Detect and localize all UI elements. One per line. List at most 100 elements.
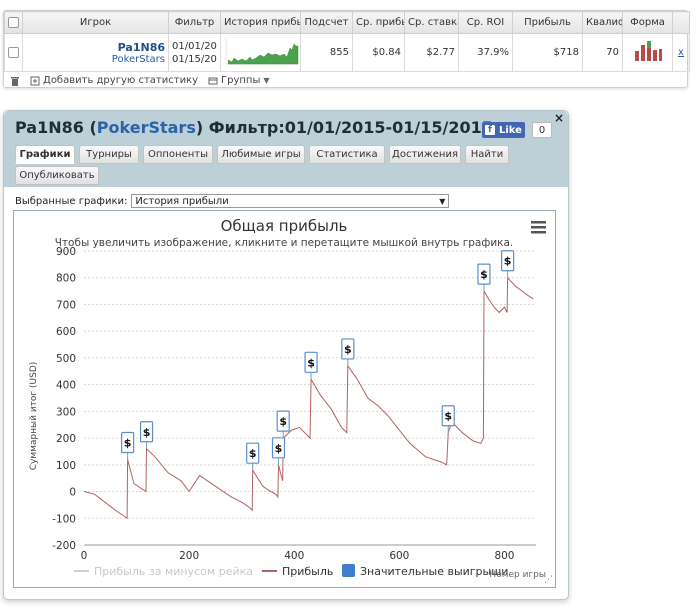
dollar-icon: $ <box>249 447 257 460</box>
column-header-remove <box>672 11 690 34</box>
big-win-marker[interactable]: $ <box>501 250 515 278</box>
delete-button[interactable] <box>10 76 20 86</box>
column-header-avg-roi[interactable]: Ср. ROI <box>458 11 513 34</box>
big-win-markers: $ $ $ $ $ $ $ $ $ $ <box>121 250 515 471</box>
y-tick-label: 800 <box>56 273 76 285</box>
y-axis-label: Суммарный итог (USD) <box>29 362 39 471</box>
avg-stake-cell: $2.77 <box>404 33 459 72</box>
y-tick-label: 300 <box>56 406 76 418</box>
dollar-icon: $ <box>344 343 352 356</box>
big-win-marker[interactable]: $ <box>341 338 355 366</box>
row-checkbox[interactable] <box>8 46 19 58</box>
chart-select-value: История прибыли <box>135 195 229 207</box>
player-cell: Pa1N86 PokerStars <box>22 33 169 72</box>
tab-achievements[interactable]: Достижения <box>389 145 461 164</box>
y-tick-label: 600 <box>56 326 76 338</box>
legend-item-profit[interactable]: Прибыль <box>262 565 333 578</box>
tab-publish[interactable]: Опубликовать <box>15 166 99 185</box>
y-tick-label: 200 <box>56 433 76 445</box>
facebook-like-button[interactable]: f Like <box>482 122 525 138</box>
chart-container[interactable]: -200 -100 0 100 200 300 400 500 600 700 800 900 0 20… <box>13 210 556 588</box>
dollar-icon: $ <box>307 356 315 369</box>
player-name-link[interactable]: Pa1N86 <box>26 41 165 54</box>
x-axis-label: Номер игры <box>489 570 546 580</box>
tab-charts[interactable]: Графики <box>15 145 75 164</box>
row-checkbox-cell[interactable] <box>4 33 23 72</box>
dollar-icon: $ <box>480 268 488 281</box>
column-header-count[interactable]: Подсчет <box>300 11 353 34</box>
table-header-row: Игрок Фильтр История прибыль Подсчет Ср.… <box>4 11 690 34</box>
dollar-icon: $ <box>444 410 452 423</box>
column-header-form[interactable]: Форма <box>622 11 673 34</box>
player-site-link[interactable]: PokerStars <box>26 54 165 65</box>
panel-header: Pa1N86 (PokerStars) Фильтр:01/01/2015-01… <box>4 111 568 187</box>
form-bars <box>634 41 662 61</box>
tab-find[interactable]: Найти <box>465 145 509 164</box>
big-win-marker[interactable]: $ <box>304 351 318 380</box>
dollar-icon: $ <box>143 426 151 439</box>
big-win-marker[interactable]: $ <box>121 431 135 460</box>
chart-select-row: Выбранные графики: История прибыли ▼ <box>15 194 450 208</box>
groups-icon <box>208 77 218 84</box>
x-tick-label: 400 <box>284 550 304 562</box>
panel-title-site-link[interactable]: PokerStars <box>97 118 196 137</box>
column-header-profit-history[interactable]: История прибыль <box>220 11 301 34</box>
resize-grip-icon[interactable]: ⋰ <box>544 575 553 585</box>
column-header-profit[interactable]: Прибыль <box>512 11 583 34</box>
chart-legend: Прибыль за минусом рейка Прибыль Значите… <box>74 564 508 578</box>
tab-tournaments[interactable]: Турниры <box>79 145 139 164</box>
close-icon[interactable]: × <box>554 111 564 125</box>
big-win-marker[interactable]: $ <box>441 405 455 433</box>
profit-sparkline[interactable] <box>224 36 300 66</box>
column-header-avg-profit[interactable]: Ср. прибыль <box>352 11 405 34</box>
x-tick-label: 0 <box>81 550 88 562</box>
avg-profit-cell: $0.84 <box>352 33 405 72</box>
groups-label: Группы <box>221 75 261 86</box>
column-header-qualif[interactable]: Квалиф <box>582 11 623 34</box>
chart-grid <box>84 250 536 546</box>
player-panel: Pa1N86 (PokerStars) Фильтр:01/01/2015-01… <box>3 110 569 600</box>
big-win-marker[interactable]: $ <box>139 421 154 449</box>
table-row: Pa1N86 PokerStars 01/01/20 01/15/20 855 … <box>4 33 690 72</box>
facebook-like-count: 0 <box>532 122 552 138</box>
count-cell: 855 <box>300 33 353 72</box>
legend-label-rake: Прибыль за минусом рейка <box>94 565 253 578</box>
profit-history-cell[interactable] <box>220 33 301 72</box>
y-tick-label: -200 <box>52 540 76 552</box>
dropdown-arrow-icon: ▼ <box>439 196 446 206</box>
groups-dropdown[interactable]: Группы ▼ <box>208 75 270 86</box>
chevron-down-icon: ▼ <box>263 76 270 85</box>
trash-icon <box>11 76 19 86</box>
y-tick-label: 100 <box>56 460 76 472</box>
select-all-header[interactable] <box>4 11 23 34</box>
chart-select[interactable]: История прибыли ▼ <box>131 194 450 208</box>
chart-title: Общая прибыль <box>221 217 348 235</box>
panel-title-filter: Фильтр:01/01/2015-01/15/2015 <box>208 118 493 137</box>
facebook-like-label: Like <box>499 124 522 136</box>
y-tick-label: -100 <box>52 513 76 525</box>
qualif-cell: 70 <box>582 33 623 72</box>
dollar-icon: $ <box>504 255 512 268</box>
y-tick-labels: -200-1000100200300400500600700800900 <box>52 246 76 552</box>
column-header-player[interactable]: Игрок <box>22 11 169 34</box>
remove-row-link[interactable]: x <box>678 47 684 58</box>
big-win-marker[interactable]: $ <box>246 442 260 471</box>
column-header-filter[interactable]: Фильтр <box>168 11 221 34</box>
x-tick-label: 600 <box>389 550 409 562</box>
dollar-icon: $ <box>124 436 132 449</box>
facebook-icon: f <box>485 125 495 135</box>
big-win-marker[interactable]: $ <box>477 263 491 292</box>
avg-roi-cell: 37.9% <box>458 33 513 72</box>
x-tick-label: 800 <box>494 550 514 562</box>
profit-cell: $718 <box>512 33 583 72</box>
column-header-avg-stake[interactable]: Ср. ставка <box>404 11 459 34</box>
legend-item-rake[interactable]: Прибыль за минусом рейка <box>74 565 253 578</box>
profit-chart[interactable]: -200-1000100200300400500600700800900 0 20… <box>14 211 555 587</box>
tab-favorite-games[interactable]: Любимые игры <box>217 145 305 164</box>
add-stat-button[interactable]: Добавить другую статистику <box>30 75 198 86</box>
select-all-checkbox[interactable] <box>8 16 19 28</box>
chart-menu-icon[interactable] <box>531 221 546 234</box>
tab-opponents[interactable]: Оппоненты <box>143 145 213 164</box>
legend-item-big-wins[interactable]: Значительные выигрыши <box>342 564 508 578</box>
tab-statistics[interactable]: Статистика <box>309 145 385 164</box>
